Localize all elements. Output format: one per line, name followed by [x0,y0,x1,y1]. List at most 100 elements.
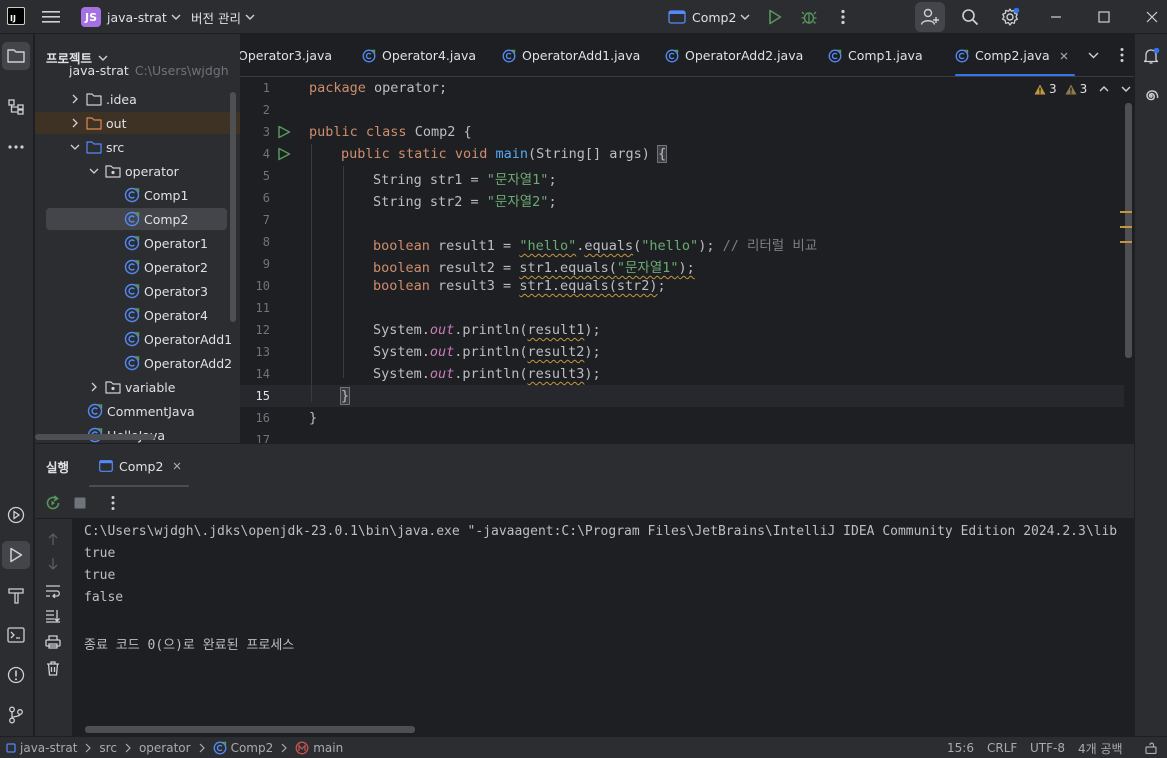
intellij-logo-icon[interactable]: IJ [7,7,25,25]
project-horizontal-scrollbar[interactable] [35,434,155,440]
notifications-button[interactable] [1137,42,1165,70]
more-vertical-icon[interactable] [1120,47,1124,63]
tree-item-operator2[interactable]: Operator2 [106,256,208,278]
chevron-down-icon[interactable] [1088,52,1099,59]
soft-wrap-icon[interactable] [45,584,61,598]
line-number[interactable]: 17 [240,433,270,443]
breadcrumb-item[interactable]: Comp2 [231,741,274,755]
inspection-widget[interactable]: 3 3 [1034,82,1131,96]
vcs-menu[interactable]: 버전 관리 [191,0,255,34]
line-number[interactable]: 9 [240,257,270,271]
tree-item-comp1[interactable]: Comp1 [106,184,188,206]
line-number[interactable]: 14 [240,367,270,381]
console-horizontal-scrollbar[interactable] [85,726,415,733]
chevron-down-icon[interactable] [1121,86,1131,92]
project-tool-button[interactable] [2,42,30,70]
chevron-right-icon[interactable] [87,382,101,392]
run-tab-comp2[interactable]: Comp2 [89,444,189,488]
rerun-button[interactable] [45,495,61,511]
close-icon[interactable] [1060,52,1068,60]
more-actions-button[interactable] [828,2,858,32]
tree-item-commentjava[interactable]: CommentJava [87,400,195,422]
stop-button[interactable] [74,497,86,509]
build-tool-button[interactable] [2,581,30,609]
arrow-up-icon[interactable] [47,532,59,546]
tree-root-row[interactable]: java-strat C:\Users\wjdgh [69,66,229,78]
services-tool-button[interactable] [2,501,30,529]
main-menu-button[interactable] [42,0,60,34]
chevron-down-icon[interactable] [68,144,82,150]
breadcrumb-item[interactable]: main [313,741,343,755]
tree-item-operator3[interactable]: Operator3 [106,280,208,302]
chevron-right-icon[interactable] [68,118,82,128]
code-editor[interactable]: 1 2 3 4 5 6 7 8 9 10 11 12 13 14 15 16 17 package operat… [240,78,1134,443]
line-number[interactable]: 3 [240,125,270,139]
tree-item--idea[interactable]: .idea [68,88,137,110]
debug-button[interactable] [794,2,824,32]
line-number[interactable]: 8 [240,235,270,249]
project-view-selector[interactable]: 프로젝트 [46,48,108,67]
settings-button[interactable] [995,2,1025,32]
maximize-button[interactable] [1089,2,1119,32]
project-selector[interactable]: JS java-strat [81,0,181,34]
warning-stripe-marker[interactable] [1120,226,1132,228]
run-button[interactable] [760,2,790,32]
structure-tool-button[interactable] [2,93,30,121]
print-icon[interactable] [45,635,61,649]
breadcrumb-item[interactable]: src [99,741,117,755]
line-number[interactable]: 7 [240,213,270,227]
ai-assistant-button[interactable] [1137,82,1165,110]
line-number[interactable]: 10 [240,279,270,293]
more-tools-button[interactable] [2,133,30,161]
warning-stripe-marker[interactable] [1120,211,1132,213]
editor-vertical-scrollbar[interactable] [1125,103,1132,358]
chevron-down-icon[interactable] [87,168,101,174]
line-number[interactable]: 11 [240,301,270,315]
caret-position[interactable]: 15:6 [947,737,974,758]
project-vertical-scrollbar[interactable] [230,92,236,322]
tab-operatoradd2[interactable]: OperatorAdd2.java [665,34,810,76]
tab-comp1[interactable]: Comp1.java [828,34,933,76]
tree-item-comp2[interactable]: Comp2 [46,208,227,230]
console-output[interactable]: C:\Users\wjdgh\.jdks\openjdk-23.0.1\bin\… [72,519,1134,736]
line-number[interactable]: 4 [240,147,270,161]
tab-operatoradd1[interactable]: OperatorAdd1.java [502,34,647,76]
tree-item-operatoradd2[interactable]: OperatorAdd2 [106,352,232,374]
tree-item-operatoradd1[interactable]: OperatorAdd1 [106,328,232,350]
tree-item-src[interactable]: src [68,136,124,158]
tree-item-operator4[interactable]: Operator4 [106,304,208,326]
chevron-right-icon[interactable] [68,94,82,104]
breadcrumb-item[interactable]: java-strat [20,741,77,755]
code-with-me-button[interactable] [915,2,945,32]
line-number[interactable]: 13 [240,345,270,359]
tree-item-out[interactable]: out [35,112,240,134]
line-number[interactable]: 5 [240,169,270,183]
git-tool-button[interactable] [2,701,30,729]
line-number[interactable]: 6 [240,191,270,205]
search-everywhere-button[interactable] [955,2,985,32]
run-config-selector[interactable]: Comp2 [668,0,750,34]
problems-tool-button[interactable] [2,661,30,689]
tab-comp2[interactable]: Comp2.java [955,34,1075,76]
lock-status[interactable] [1145,737,1157,758]
close-window-button[interactable] [1137,2,1167,32]
close-icon[interactable] [173,462,181,470]
terminal-tool-button[interactable] [2,621,30,649]
chevron-up-icon[interactable] [1099,86,1109,92]
file-encoding[interactable]: UTF-8 [1030,737,1065,758]
tree-item-operator[interactable]: operator [87,160,179,182]
tab-operator3[interactable]: Operator3.java [240,34,348,76]
warning-stripe-marker[interactable] [1120,241,1132,243]
indent-setting[interactable]: 4개 공백 [1078,737,1123,758]
line-number[interactable]: 16 [240,411,270,425]
trash-icon[interactable] [46,661,60,676]
line-number[interactable]: 1 [240,81,270,95]
arrow-down-icon[interactable] [47,557,59,571]
scroll-to-end-icon[interactable] [45,609,61,623]
run-more-button[interactable] [111,495,115,511]
tab-operator4[interactable]: Operator4.java [362,34,484,76]
run-class-gutter-icon[interactable] [277,125,291,139]
tree-item-variable[interactable]: variable [87,376,175,398]
line-number[interactable]: 12 [240,323,270,337]
line-separator[interactable]: CRLF [987,737,1017,758]
